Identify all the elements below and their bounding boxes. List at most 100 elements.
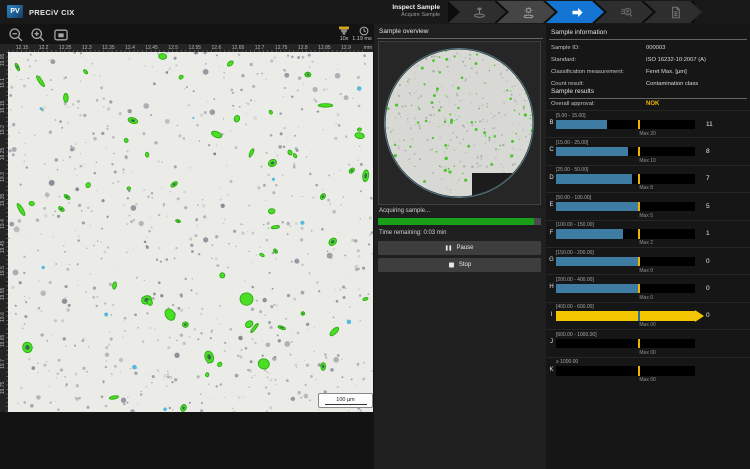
workflow-step-title: Inspect Sample <box>340 4 440 12</box>
h-ruler: mm 12.1512.212.2512.312.3512.412.4512.51… <box>8 44 373 52</box>
bar-overflow-arrow-icon <box>695 310 704 322</box>
max-limit-marker <box>638 366 640 376</box>
h-ruler-label: 12.45 <box>145 45 158 51</box>
class-range-label: [50.00 - 100.00] <box>556 195 591 201</box>
info-value: 000003 <box>646 45 665 51</box>
max-limit-marker <box>638 339 640 349</box>
overview-image-canvas <box>379 42 540 204</box>
overview-title: Sample overview <box>379 28 429 35</box>
result-row-d: [25.00 - 50.00]D Max 8 7 <box>546 165 750 192</box>
overall-approval-value: NOK <box>646 101 659 107</box>
zoom-in-button[interactable] <box>30 27 46 43</box>
v-ruler-label: 19.2 <box>0 125 6 135</box>
bar-fill <box>556 120 607 130</box>
info-label: Sample ID: <box>551 45 580 51</box>
max-limit-label: Max 2 <box>639 240 653 246</box>
specimen-image[interactable]: 100 µm <box>8 52 373 412</box>
class-count-bar <box>556 229 695 239</box>
bar-fill <box>556 311 695 321</box>
info-row-standard: Standard: ISO 16232-10:2007 (A) <box>546 57 750 68</box>
sample-results-title: Sample results <box>551 88 594 95</box>
h-ruler-label: 12.5 <box>168 45 178 51</box>
acquisition-progress-bar <box>378 218 541 225</box>
result-row-i: [400.00 - 600.00]IMax 000 <box>546 302 750 329</box>
bar-fill <box>556 257 639 267</box>
info-row-sample-id: Sample ID: 000003 <box>546 45 750 56</box>
overall-approval-label: Overall approval: <box>551 101 595 107</box>
review-results-icon <box>619 5 634 20</box>
h-ruler-label: 12.85 <box>318 45 331 51</box>
sample-overview-image[interactable] <box>378 41 541 205</box>
v-ruler-label: 19.05 <box>0 54 6 67</box>
stage-icon <box>472 5 487 20</box>
scale-bar: 100 µm <box>318 393 373 408</box>
max-limit-label: Max 8 <box>639 185 653 191</box>
fit-to-window-button[interactable] <box>53 27 69 43</box>
v-ruler-label: 19.4 <box>0 219 6 229</box>
pause-icon <box>445 244 452 252</box>
specimen-image-canvas <box>8 52 373 412</box>
max-limit-marker <box>638 257 640 267</box>
exposure-time-label: 1.19 ms <box>348 36 376 42</box>
info-label: Standard: <box>551 57 576 63</box>
h-ruler-label: 12.4 <box>125 45 135 51</box>
class-count-bar <box>556 257 695 267</box>
zoom-out-button[interactable] <box>8 27 24 43</box>
h-ruler-label: 12.55 <box>189 45 202 51</box>
v-ruler-label: 19.5 <box>0 266 6 276</box>
v-ruler-label: 19.6 <box>0 313 6 323</box>
class-range-label: [25.00 - 50.00] <box>556 167 588 173</box>
class-count-bar <box>556 339 695 349</box>
h-ruler-label: 12.8 <box>298 45 308 51</box>
scale-bar-label: 100 µm <box>336 397 354 403</box>
class-count-value: 0 <box>706 285 710 292</box>
h-ruler-label: 12.25 <box>59 45 72 51</box>
max-limit-marker <box>638 229 640 239</box>
divider <box>377 38 543 39</box>
time-remaining-label: Time remaining: 0:03 min <box>379 230 446 236</box>
ruler-unit-label: mm <box>364 45 372 51</box>
result-row-g: [150.00 - 200.00]GMax 00 <box>546 247 750 274</box>
h-ruler-label: 12.6 <box>212 45 222 51</box>
v-ruler-label: 19.7 <box>0 359 6 369</box>
acquire-arrow-icon <box>570 5 585 20</box>
stop-button[interactable]: Stop <box>378 258 541 272</box>
class-count-value: 11 <box>706 121 713 128</box>
fit-to-window-icon <box>53 27 69 43</box>
class-range-label: ≥ 1000.00 <box>556 359 578 365</box>
h-ruler-label: 12.2 <box>39 45 49 51</box>
stop-button-label: Stop <box>459 262 471 268</box>
result-row-b: [5.00 - 15.00]BMax 2011 <box>546 110 750 137</box>
max-limit-marker <box>638 311 640 321</box>
class-range-label: [100.00 - 150.00] <box>556 222 594 228</box>
class-count-value: 7 <box>706 175 710 182</box>
class-range-label: [200.00 - 400.00] <box>556 277 594 283</box>
app-logo: PV <box>7 5 23 18</box>
ruler-corner <box>0 44 8 52</box>
max-limit-label: Max 0 <box>639 268 653 274</box>
class-count-bar <box>556 366 695 376</box>
max-limit-marker <box>638 120 640 130</box>
class-letter: F <box>548 230 555 236</box>
info-label: Count result: <box>551 81 584 87</box>
h-ruler-label: 12.7 <box>255 45 265 51</box>
class-letter: D <box>548 175 555 181</box>
class-count-bar <box>556 202 695 212</box>
v-ruler-label: 19.1 <box>0 79 6 89</box>
workflow-step-subtitle: Acquire Sample <box>340 12 440 19</box>
workflow-step-stage[interactable] <box>448 1 506 23</box>
v-ruler: 19.0519.119.1519.219.2519.319.3519.419.4… <box>0 52 8 412</box>
divider <box>549 98 747 99</box>
pause-button[interactable]: Pause <box>378 241 541 255</box>
bar-fill <box>556 229 623 239</box>
sample-results-panel: Sample information Sample ID: 000003 Sta… <box>546 24 750 469</box>
zoom-out-icon <box>8 27 24 43</box>
class-count-bar <box>556 147 695 157</box>
class-count-bar <box>556 120 695 130</box>
app-window: PV PRECiV CIX Inspect Sample Acquire Sam… <box>0 0 750 469</box>
class-letter: J <box>548 339 555 345</box>
result-row-f: [100.00 - 150.00]FMax 21 <box>546 220 750 247</box>
info-value: ISO 16232-10:2007 (A) <box>646 57 706 63</box>
max-limit-label: Max 10 <box>639 158 655 164</box>
class-range-label: [150.00 - 200.00] <box>556 250 594 256</box>
